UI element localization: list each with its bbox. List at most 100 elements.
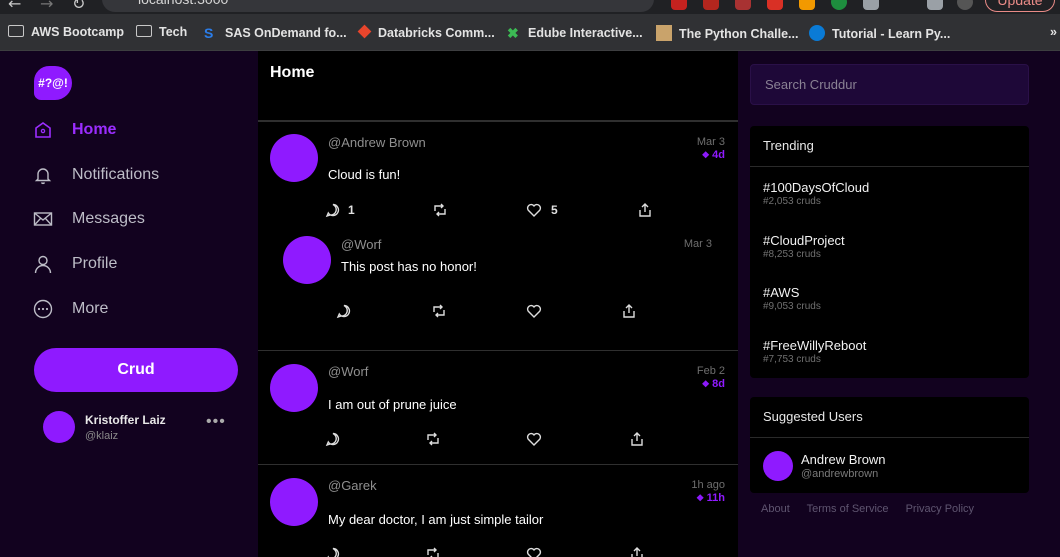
puzzle-icon[interactable] bbox=[863, 0, 879, 10]
activity-expires: ❖ 4d bbox=[701, 149, 725, 161]
adblock-icon[interactable] bbox=[671, 0, 687, 10]
sas-icon: S bbox=[204, 25, 214, 41]
reply-icon[interactable] bbox=[325, 202, 341, 218]
bookmark-sas[interactable]: S SAS OnDemand fo... bbox=[204, 25, 347, 41]
flame-icon: ❖ bbox=[701, 150, 713, 160]
bookmarks-bar: AWS Bootcamp Tech S SAS OnDemand fo... Da… bbox=[0, 14, 1060, 51]
activity-date: Mar 3 bbox=[696, 136, 725, 148]
extension-icon[interactable] bbox=[831, 0, 847, 10]
trending-tag[interactable]: #CloudProject bbox=[763, 233, 845, 248]
bookmark-edube[interactable]: ✖ Edube Interactive... bbox=[507, 25, 643, 41]
like-icon[interactable] bbox=[526, 202, 542, 218]
bell-icon bbox=[33, 165, 53, 185]
profile-info[interactable]: Kristoffer Laiz @klaiz ••• bbox=[43, 409, 243, 445]
ellipsis-circle-icon bbox=[33, 299, 53, 319]
folder-icon bbox=[136, 25, 152, 37]
folder-icon bbox=[8, 25, 24, 37]
profile-more-button[interactable]: ••• bbox=[206, 413, 226, 431]
home-icon bbox=[33, 120, 53, 140]
about-link[interactable]: About bbox=[761, 503, 790, 515]
avatar bbox=[270, 364, 318, 412]
share-icon[interactable] bbox=[621, 303, 637, 319]
activity-handle[interactable]: @Andrew Brown bbox=[328, 135, 426, 150]
back-icon[interactable]: ← bbox=[8, 0, 21, 13]
repost-icon[interactable] bbox=[432, 202, 448, 218]
user-icon bbox=[33, 254, 53, 274]
reply-icon[interactable] bbox=[336, 303, 352, 319]
activity-date: Mar 3 bbox=[683, 238, 712, 250]
reply-icon[interactable] bbox=[325, 546, 341, 557]
crud-button[interactable]: Crud bbox=[34, 348, 238, 392]
activity-item[interactable]: @Garek 1h ago ❖ 11h My dear doctor, I am… bbox=[258, 464, 738, 557]
envelope-icon bbox=[33, 209, 53, 229]
divider bbox=[750, 437, 1029, 438]
like-count: 5 bbox=[551, 203, 558, 217]
flame-icon: ❖ bbox=[696, 493, 707, 503]
activity-handle[interactable]: @Worf bbox=[328, 364, 368, 379]
avatar bbox=[763, 451, 793, 481]
repost-icon[interactable] bbox=[425, 431, 441, 447]
trending-title: Trending bbox=[763, 138, 814, 153]
bookmark-tech[interactable]: Tech bbox=[136, 25, 187, 39]
databricks-icon bbox=[357, 24, 372, 39]
privacy-link[interactable]: Privacy Policy bbox=[906, 503, 974, 515]
bookmark-aws-bootcamp[interactable]: AWS Bootcamp bbox=[8, 25, 124, 39]
extension-icon[interactable] bbox=[703, 0, 719, 10]
sidebar-item-label: Profile bbox=[72, 255, 118, 272]
activity-handle[interactable]: @Garek bbox=[328, 478, 377, 493]
search-input[interactable] bbox=[750, 64, 1029, 105]
activity-expires: ❖ 8d bbox=[701, 378, 725, 390]
sidebar-item-label: Messages bbox=[72, 210, 145, 227]
bookmark-databricks[interactable]: Databricks Comm... bbox=[357, 24, 495, 40]
bookmark-python-challenge[interactable]: The Python Challe... bbox=[656, 25, 798, 41]
avatar bbox=[270, 134, 318, 182]
update-button[interactable]: Update bbox=[985, 0, 1055, 12]
suggested-user[interactable]: Andrew Brown @andrewbrown bbox=[763, 451, 1013, 483]
logo[interactable]: #?@! bbox=[34, 66, 72, 100]
share-icon[interactable] bbox=[637, 202, 653, 218]
bookmarks-overflow-button[interactable]: » bbox=[1050, 25, 1057, 39]
extension-icon[interactable] bbox=[735, 0, 751, 10]
divider bbox=[750, 166, 1029, 167]
python-challenge-icon bbox=[656, 25, 672, 41]
reply-icon[interactable] bbox=[325, 431, 341, 447]
activity-expires: ❖ 11h bbox=[696, 492, 725, 504]
extension-icon[interactable] bbox=[767, 0, 783, 10]
like-icon[interactable] bbox=[526, 303, 542, 319]
share-icon[interactable] bbox=[629, 431, 645, 447]
like-icon[interactable] bbox=[526, 431, 542, 447]
suggested-users-title: Suggested Users bbox=[763, 409, 863, 424]
sidebar-item-label: More bbox=[72, 300, 109, 317]
activity-message: I am out of prune juice bbox=[328, 397, 457, 412]
extension-icon[interactable] bbox=[799, 0, 815, 10]
like-icon[interactable] bbox=[526, 546, 542, 557]
address-bar[interactable]: localhost:3000 bbox=[102, 0, 654, 12]
activity-message: My dear doctor, I am just simple tailor bbox=[328, 512, 544, 527]
activity-item[interactable]: @Worf Feb 2 ❖ 8d I am out of prune juice bbox=[258, 350, 738, 464]
page-title: Home bbox=[270, 64, 315, 81]
bookmark-tutorial[interactable]: Tutorial - Learn Py... bbox=[809, 25, 950, 41]
avatar bbox=[270, 478, 318, 526]
suggested-user-handle: @andrewbrown bbox=[801, 468, 879, 480]
flame-icon: ❖ bbox=[701, 379, 713, 389]
trending-count: #7,753 cruds bbox=[763, 354, 821, 365]
trending-count: #9,053 cruds bbox=[763, 301, 821, 312]
reply-count: 1 bbox=[348, 203, 355, 217]
activity-item[interactable]: @Andrew Brown Mar 3 ❖ 4d Cloud is fun! 1… bbox=[258, 121, 738, 350]
trending-count: #2,053 cruds bbox=[763, 196, 821, 207]
activity-handle[interactable]: @Worf bbox=[341, 237, 381, 252]
reload-icon[interactable]: ↻ bbox=[72, 0, 85, 13]
trending-tag[interactable]: #AWS bbox=[763, 285, 799, 300]
forward-icon[interactable]: → bbox=[40, 0, 53, 13]
repost-icon[interactable] bbox=[431, 303, 447, 319]
activity-date: 1h ago bbox=[691, 479, 725, 491]
share-icon[interactable] bbox=[629, 546, 645, 557]
avatar[interactable] bbox=[957, 0, 973, 10]
suggested-user-name: Andrew Brown bbox=[801, 452, 886, 467]
trending-tag[interactable]: #FreeWillyReboot bbox=[763, 338, 866, 353]
repost-icon[interactable] bbox=[425, 546, 441, 557]
trending-tag[interactable]: #100DaysOfCloud bbox=[763, 180, 869, 195]
trending-panel: Trending #100DaysOfCloud #2,053 cruds #C… bbox=[750, 126, 1029, 378]
terms-link[interactable]: Terms of Service bbox=[807, 503, 889, 515]
sidepanel-icon[interactable] bbox=[927, 0, 943, 10]
